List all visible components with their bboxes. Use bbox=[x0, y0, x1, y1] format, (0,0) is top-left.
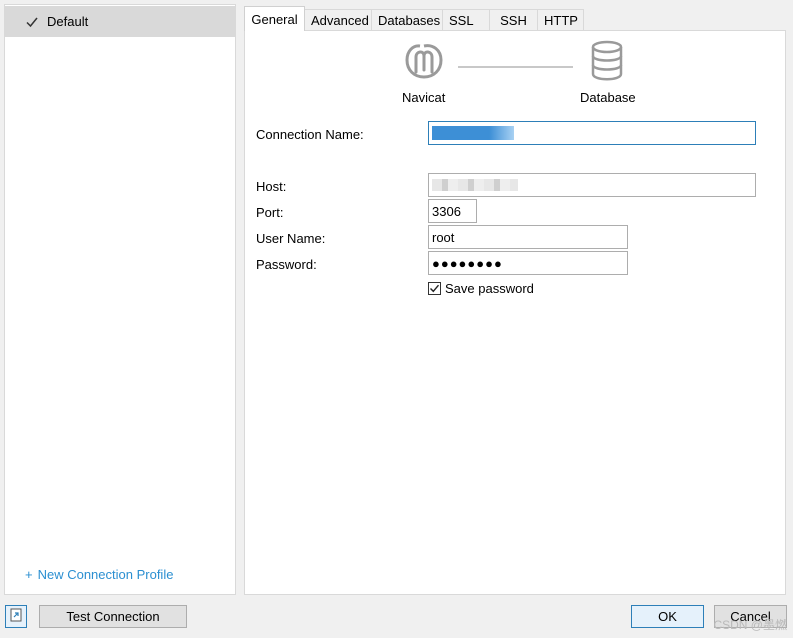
navicat-logo-icon bbox=[403, 40, 445, 82]
tab-databases[interactable]: Databases bbox=[371, 9, 443, 30]
new-connection-profile-label: New Connection Profile bbox=[37, 567, 174, 582]
save-password-label: Save password bbox=[445, 281, 534, 296]
profile-item-label: Default bbox=[47, 14, 89, 29]
general-panel: Navicat Database Connection Name: Host: … bbox=[244, 30, 786, 595]
connection-line bbox=[458, 66, 573, 68]
tab-general[interactable]: General bbox=[244, 6, 305, 31]
connection-profile-list: Default + New Connection Profile bbox=[4, 4, 236, 595]
redacted-text bbox=[432, 179, 518, 191]
user-name-label: User Name: bbox=[256, 231, 326, 246]
tab-ssh[interactable]: SSH bbox=[489, 9, 538, 30]
checkbox-checked-icon bbox=[428, 282, 441, 295]
ok-button[interactable]: OK bbox=[631, 605, 704, 628]
tab-ssl[interactable]: SSL bbox=[442, 9, 490, 30]
user-name-input[interactable]: root bbox=[428, 225, 628, 249]
host-label: Host: bbox=[256, 179, 287, 194]
profile-item-default[interactable]: Default bbox=[5, 6, 235, 37]
watermark: CSDN @墨燃 bbox=[713, 618, 787, 632]
test-connection-button[interactable]: Test Connection bbox=[39, 605, 187, 628]
export-connection-button[interactable] bbox=[5, 605, 27, 628]
connection-name-input[interactable] bbox=[428, 121, 756, 145]
save-password-checkbox[interactable]: Save password bbox=[428, 281, 534, 296]
plus-icon: + bbox=[25, 567, 33, 582]
port-label: Port: bbox=[256, 205, 284, 220]
document-link-icon bbox=[9, 608, 23, 625]
password-input[interactable]: ●●●●●●●● bbox=[428, 251, 628, 275]
checkmark-icon bbox=[25, 15, 39, 29]
connection-diagram: Navicat Database bbox=[245, 31, 787, 111]
host-input[interactable] bbox=[428, 173, 756, 197]
password-label: Password: bbox=[256, 257, 317, 272]
database-icon bbox=[590, 40, 624, 82]
redacted-text bbox=[432, 126, 514, 140]
port-input[interactable]: 3306 bbox=[428, 199, 477, 223]
tab-advanced[interactable]: Advanced bbox=[304, 9, 372, 30]
navicat-label: Navicat bbox=[402, 90, 446, 105]
database-label: Database bbox=[580, 90, 636, 105]
tab-bar: General Advanced Databases SSL SSH HTTP bbox=[244, 6, 584, 31]
new-connection-profile-link[interactable]: + New Connection Profile bbox=[25, 567, 173, 582]
tab-http[interactable]: HTTP bbox=[537, 9, 584, 30]
connection-name-label: Connection Name: bbox=[256, 127, 364, 142]
